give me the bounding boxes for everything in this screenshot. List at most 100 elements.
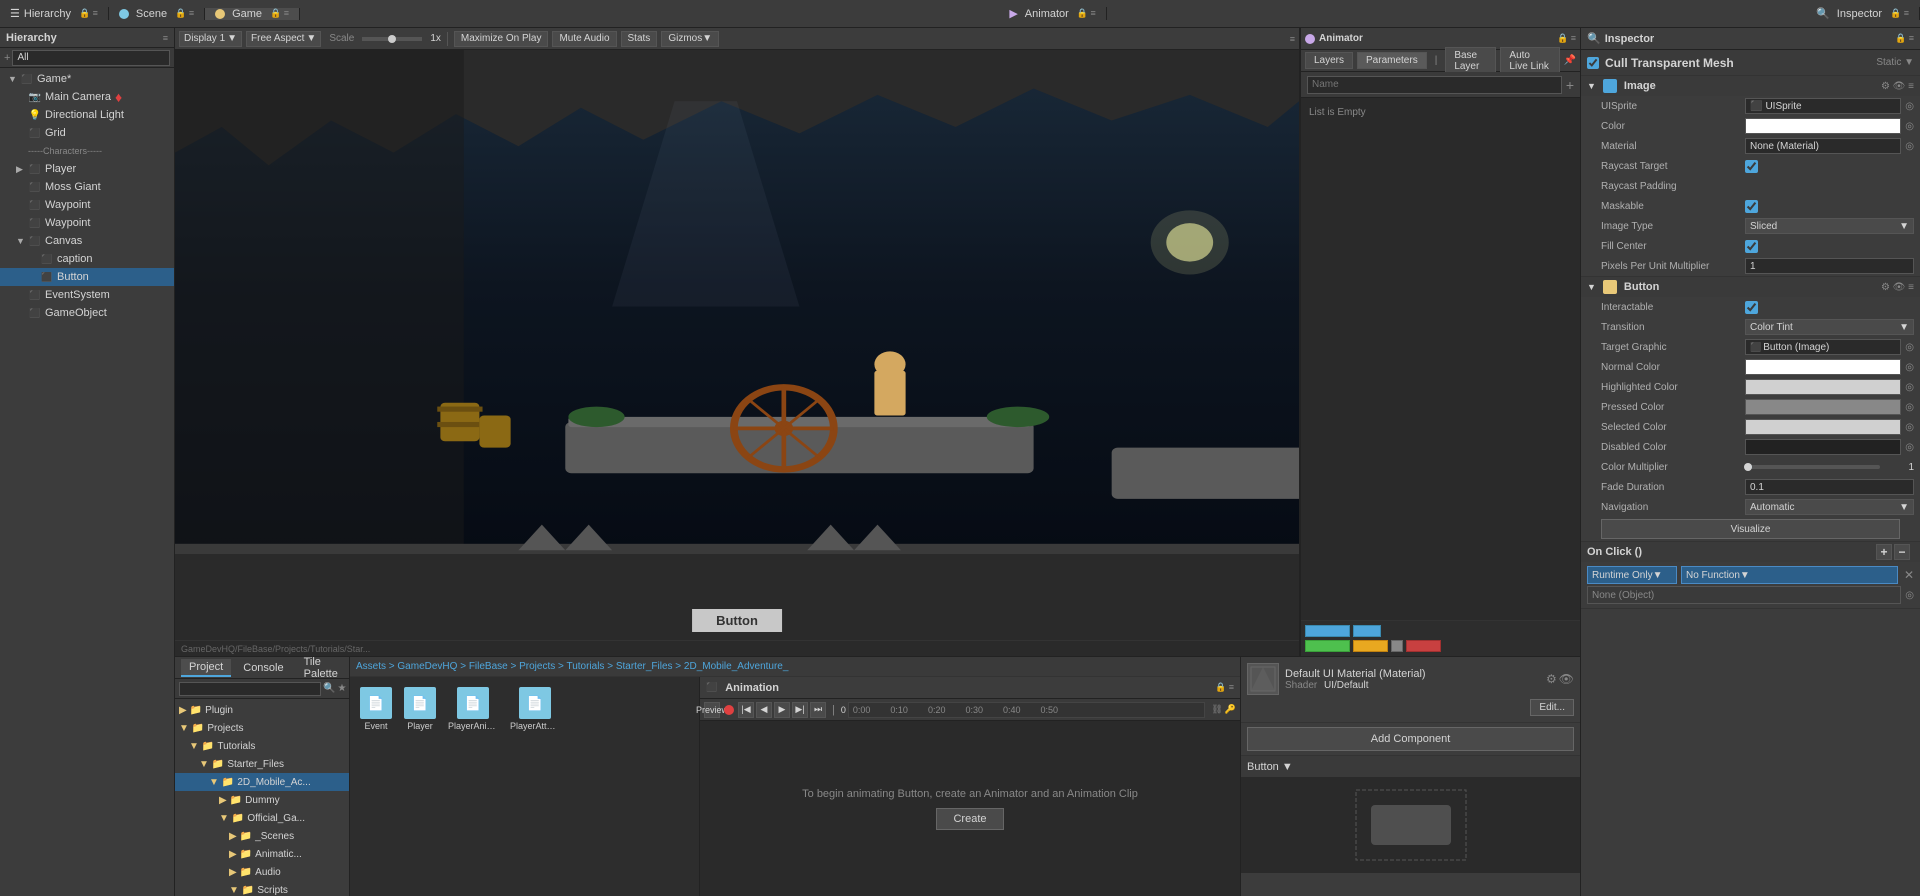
on-click-minus-btn[interactable]: − xyxy=(1894,544,1910,560)
hierarchy-item-main-camera[interactable]: 📷 Main Camera ♦ xyxy=(0,88,174,106)
highlighted-color-swatch[interactable] xyxy=(1745,379,1901,395)
source-image-value[interactable]: ⬛ UISprite xyxy=(1745,98,1901,114)
highlighted-color-picker[interactable]: ◎ xyxy=(1905,382,1914,393)
aspect-dropdown[interactable]: Free Aspect ▼ xyxy=(246,31,321,47)
animation-create-btn[interactable]: Create xyxy=(936,808,1003,830)
preview-btn[interactable]: Preview xyxy=(704,702,720,718)
runtime-dropdown[interactable]: Runtime Only ▼ xyxy=(1587,566,1677,584)
anim-chain-icon[interactable]: ⛓ xyxy=(1211,704,1222,715)
fade-duration-value[interactable]: 0.1 xyxy=(1745,479,1914,495)
on-click-plus-btn[interactable]: + xyxy=(1876,544,1892,560)
hierarchy-item-waypoint1[interactable]: ⬛ Waypoint xyxy=(0,196,174,214)
color-multiplier-track[interactable] xyxy=(1745,465,1880,469)
project-tree-projects[interactable]: ▼ 📁 Projects xyxy=(175,719,349,737)
anim-key-icon[interactable]: 🔑 xyxy=(1225,704,1236,715)
material-eye-icon[interactable]: 👁 xyxy=(1559,672,1574,686)
button-section-dropdown[interactable]: Button ▼ xyxy=(1241,755,1580,777)
selected-color-picker[interactable]: ◎ xyxy=(1905,422,1914,433)
tab-project[interactable]: Project xyxy=(181,659,231,677)
animator-layers-tab[interactable]: Layers xyxy=(1305,52,1353,69)
project-tree-official[interactable]: ▼ 📁 Official_Ga... xyxy=(175,809,349,827)
tab-console[interactable]: Console xyxy=(235,660,291,676)
tab-hierarchy[interactable]: ☰ Hierarchy 🔒 ≡ xyxy=(0,7,109,20)
raycast-target-checkbox[interactable] xyxy=(1745,160,1758,173)
material-prop-value[interactable]: None (Material) xyxy=(1745,138,1901,154)
project-search-input[interactable] xyxy=(179,682,321,696)
hierarchy-item-player[interactable]: ▶ ⬛ Player xyxy=(0,160,174,178)
hierarchy-item-eventsystem[interactable]: ⬛ EventSystem xyxy=(0,286,174,304)
image-section-settings[interactable]: ⚙ 👁 ≡ xyxy=(1881,81,1914,92)
function-close-icon[interactable]: ✕ xyxy=(1904,568,1914,582)
animator-base-layer-tab[interactable]: Base Layer xyxy=(1445,47,1496,75)
anim-end-btn[interactable]: ⏭ xyxy=(810,702,826,718)
none-object-field[interactable]: None (Object) xyxy=(1587,586,1901,604)
project-tree-tutorials[interactable]: ▼ 📁 Tutorials xyxy=(175,737,349,755)
pressed-color-picker[interactable]: ◎ xyxy=(1905,402,1914,413)
component-active-checkbox[interactable] xyxy=(1587,57,1599,69)
stats-btn[interactable]: Stats xyxy=(621,31,658,47)
hierarchy-item-moss-giant[interactable]: ⬛ Moss Giant xyxy=(0,178,174,196)
function-dropdown[interactable]: No Function ▼ xyxy=(1681,566,1898,584)
material-settings-icon[interactable]: ⚙ xyxy=(1546,672,1557,686)
hierarchy-item-game[interactable]: ▼ ⬛ Game* xyxy=(0,70,174,88)
hierarchy-item-waypoint2[interactable]: ⬛ Waypoint xyxy=(0,214,174,232)
button-section-settings[interactable]: ⚙ 👁 ≡ xyxy=(1881,282,1914,293)
project-tree-starter[interactable]: ▼ 📁 Starter_Files xyxy=(175,755,349,773)
game-menu-icon[interactable]: ≡ xyxy=(1290,34,1295,44)
normal-color-picker[interactable]: ◎ xyxy=(1905,362,1914,373)
hierarchy-item-canvas[interactable]: ▼ ⬛ Canvas xyxy=(0,232,174,250)
tab-tile-palette[interactable]: Tile Palette xyxy=(296,657,346,682)
project-tree-audio[interactable]: ▶ 📁 Audio xyxy=(175,863,349,881)
disabled-color-picker[interactable]: ◎ xyxy=(1905,442,1914,453)
anim-play-fwd-btn[interactable]: ▶ xyxy=(774,702,790,718)
target-graphic-value[interactable]: ⬛ Button (Image) xyxy=(1745,339,1901,355)
source-image-picker[interactable]: ◎ xyxy=(1905,101,1914,112)
animator-lock-icon[interactable]: 🔒 ≡ xyxy=(1557,33,1576,44)
color-swatch[interactable] xyxy=(1745,118,1901,134)
project-filter-btn[interactable]: ★ xyxy=(337,683,346,694)
hierarchy-item-caption[interactable]: ⬛ caption xyxy=(0,250,174,268)
tab-animator[interactable]: ▶ Animator 🔒 ≡ xyxy=(999,7,1106,20)
color-picker-btn[interactable]: ◎ xyxy=(1905,121,1914,132)
content-item-player-attack[interactable]: 📄 PlayerAttack xyxy=(506,683,564,735)
anim-play-btn[interactable]: ◀ xyxy=(756,702,772,718)
hierarchy-add-btn[interactable]: + xyxy=(4,52,10,64)
fill-center-checkbox[interactable] xyxy=(1745,240,1758,253)
mute-audio-btn[interactable]: Mute Audio xyxy=(552,31,616,47)
project-tree-dummy[interactable]: ▶ 📁 Dummy xyxy=(175,791,349,809)
pressed-color-swatch[interactable] xyxy=(1745,399,1901,415)
maskable-checkbox[interactable] xyxy=(1745,200,1758,213)
normal-color-swatch[interactable] xyxy=(1745,359,1901,375)
transition-dropdown[interactable]: Color Tint ▼ xyxy=(1745,319,1914,335)
content-item-player-anim[interactable]: 📄 PlayerAnimation xyxy=(444,683,502,735)
content-item-player[interactable]: 📄 Player xyxy=(400,683,440,735)
material-edit-btn[interactable]: Edit... xyxy=(1530,699,1574,716)
hierarchy-item-dir-light[interactable]: 💡 Directional Light xyxy=(0,106,174,124)
image-section-header[interactable]: ▼ Image ⚙ 👁 ≡ xyxy=(1581,76,1920,96)
animator-parameters-tab[interactable]: Parameters xyxy=(1357,52,1427,69)
material-prop-picker[interactable]: ◎ xyxy=(1905,141,1914,152)
inspector-lock-icon[interactable]: 🔒 ≡ xyxy=(1895,33,1914,44)
project-tree-2d-mobile[interactable]: ▼ 📁 2D_Mobile_Ac... xyxy=(175,773,349,791)
selected-color-swatch[interactable] xyxy=(1745,419,1901,435)
hierarchy-search[interactable] xyxy=(12,50,170,66)
anim-prev-btn[interactable]: |◀ xyxy=(738,702,754,718)
tab-inspector[interactable]: 🔍 Inspector 🔒 ≡ xyxy=(1806,7,1920,20)
add-component-btn[interactable]: Add Component xyxy=(1247,727,1574,751)
animator-pin-icon[interactable]: 📌 xyxy=(1564,55,1576,66)
content-item-event[interactable]: 📄 Event xyxy=(356,683,396,735)
interactable-checkbox[interactable] xyxy=(1745,301,1758,314)
hierarchy-item-gameobject[interactable]: ⬛ GameObject xyxy=(0,304,174,322)
project-tree-plugin[interactable]: ▶ 📁 Plugin xyxy=(175,701,349,719)
disabled-color-swatch[interactable] xyxy=(1745,439,1901,455)
animator-name-input[interactable] xyxy=(1307,76,1562,94)
pixels-value[interactable]: 1 xyxy=(1745,258,1914,274)
hierarchy-menu-icon[interactable]: ≡ xyxy=(163,33,168,43)
target-graphic-picker[interactable]: ◎ xyxy=(1905,342,1914,353)
project-tree-animatic[interactable]: ▶ 📁 Animatic... xyxy=(175,845,349,863)
hierarchy-item-grid[interactable]: ⬛ Grid xyxy=(0,124,174,142)
animator-auto-live-link[interactable]: Auto Live Link xyxy=(1500,47,1559,75)
animation-lock-icon[interactable]: 🔒 ≡ xyxy=(1215,682,1234,693)
gizmos-btn[interactable]: Gizmos ▼ xyxy=(661,31,719,47)
visualize-btn[interactable]: Visualize xyxy=(1601,519,1900,539)
